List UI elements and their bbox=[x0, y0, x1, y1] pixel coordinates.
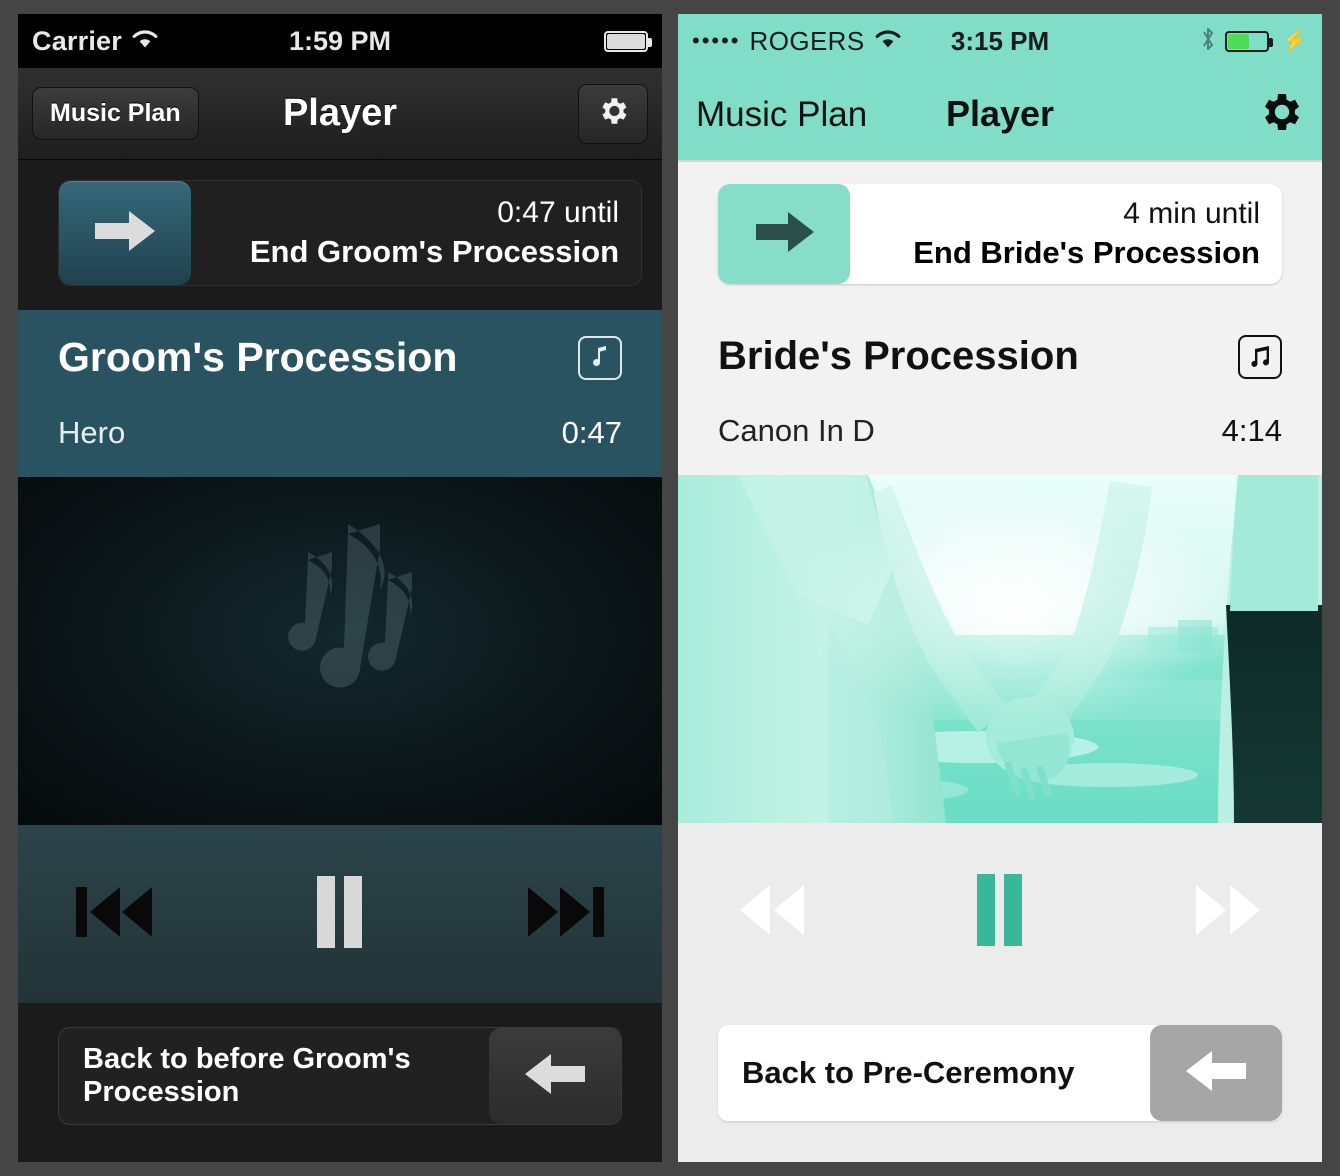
back-to-previous-row[interactable]: Back to Pre-Ceremony bbox=[718, 1025, 1282, 1121]
skip-next-icon bbox=[518, 879, 606, 950]
fast-forward-icon bbox=[1188, 879, 1266, 946]
bottom-bar-light: Back to Pre-Ceremony bbox=[678, 1001, 1322, 1153]
status-bar-light: ••••• ROGERS 3:15 PM ⚡ bbox=[678, 14, 1322, 68]
track-artist: Canon In D bbox=[718, 413, 875, 448]
status-bar-right: ⚡ bbox=[1200, 26, 1308, 56]
previous-button[interactable] bbox=[74, 879, 251, 950]
status-bar-left: Carrier bbox=[32, 26, 159, 57]
pause-button[interactable] bbox=[911, 873, 1088, 951]
light-theme-phone: ••••• ROGERS 3:15 PM ⚡ Music Plan Player… bbox=[678, 14, 1322, 1162]
status-bar-dark: Carrier 1:59 PM bbox=[18, 14, 662, 68]
arrow-right-icon bbox=[748, 206, 820, 263]
countdown-event: End Groom's Procession bbox=[249, 234, 619, 269]
rewind-icon bbox=[734, 879, 812, 946]
arrow-left-icon bbox=[1180, 1044, 1252, 1103]
pause-icon bbox=[317, 875, 363, 953]
nav-bar-light: Music Plan Player bbox=[678, 68, 1322, 162]
battery-full-icon bbox=[604, 30, 652, 52]
music-notes-placeholder-icon bbox=[220, 523, 460, 779]
track-info-light: Bride's Procession Canon In D 4:14 bbox=[678, 310, 1322, 475]
music-plan-back-button[interactable]: Music Plan bbox=[696, 97, 867, 132]
track-title-row: Bride's Procession bbox=[718, 334, 1282, 379]
track-meta-row: Hero 0:47 bbox=[58, 415, 622, 451]
status-bar-right bbox=[604, 30, 652, 52]
back-button-label: Back to before Groom's Procession bbox=[83, 1043, 411, 1108]
skip-forward-tile[interactable] bbox=[718, 184, 850, 284]
previous-button[interactable] bbox=[734, 879, 911, 946]
status-bar-left: ••••• ROGERS bbox=[692, 26, 902, 57]
artwork-placeholder-dark bbox=[18, 477, 662, 825]
countdown-banner-container-dark: 0:47 until End Groom's Procession bbox=[18, 160, 662, 310]
carrier-label: Carrier bbox=[32, 25, 122, 56]
gear-icon bbox=[1256, 88, 1304, 141]
lightning-bolt-icon: ⚡ bbox=[1280, 28, 1308, 53]
music-note-icon[interactable] bbox=[578, 335, 622, 380]
countdown-event: End Bride's Procession bbox=[913, 235, 1260, 270]
skip-forward-tile[interactable] bbox=[59, 181, 191, 285]
back-button-tile[interactable] bbox=[489, 1028, 621, 1124]
track-meta-row: Canon In D 4:14 bbox=[718, 413, 1282, 449]
pause-icon bbox=[977, 873, 1023, 951]
clock-label: 1:59 PM bbox=[288, 25, 392, 56]
countdown-text: 0:47 until End Groom's Procession bbox=[191, 181, 641, 285]
carrier-label: ROGERS bbox=[749, 25, 865, 56]
wifi-icon bbox=[874, 28, 902, 55]
countdown-banner[interactable]: 0:47 until End Groom's Procession bbox=[58, 180, 642, 286]
wifi-icon bbox=[131, 28, 159, 55]
signal-strength-dots: ••••• bbox=[692, 28, 741, 53]
countdown-time: 0:47 until bbox=[497, 196, 619, 229]
pause-button[interactable] bbox=[251, 875, 428, 953]
back-button-label: Back to Pre-Ceremony bbox=[742, 1055, 1075, 1090]
settings-button[interactable] bbox=[1256, 88, 1304, 141]
track-duration: 4:14 bbox=[1221, 413, 1282, 448]
countdown-banner[interactable]: 4 min until End Bride's Procession bbox=[718, 184, 1282, 284]
transport-controls-dark bbox=[18, 825, 662, 1003]
track-info-dark: Groom's Procession Hero 0:47 bbox=[18, 310, 662, 477]
next-button[interactable] bbox=[1089, 879, 1266, 946]
skip-previous-icon bbox=[74, 879, 162, 950]
settings-button[interactable] bbox=[578, 83, 648, 144]
nav-bar-dark: Music Plan Player bbox=[18, 68, 662, 160]
track-title: Groom's Procession bbox=[58, 334, 458, 380]
track-title-row: Groom's Procession bbox=[58, 334, 622, 381]
back-button-tile[interactable] bbox=[1150, 1025, 1282, 1121]
clock-label: 3:15 PM bbox=[950, 25, 1050, 56]
battery-charging-icon bbox=[1224, 30, 1273, 52]
back-to-previous-row[interactable]: Back to before Groom's Procession bbox=[58, 1027, 622, 1125]
countdown-text: 4 min until End Bride's Procession bbox=[850, 184, 1282, 284]
gear-icon bbox=[596, 94, 630, 133]
countdown-banner-container-light: 4 min until End Bride's Procession bbox=[678, 162, 1322, 310]
arrow-left-icon bbox=[519, 1047, 591, 1106]
track-duration: 0:47 bbox=[561, 415, 622, 450]
artwork-photo-light bbox=[678, 475, 1322, 823]
next-button[interactable] bbox=[429, 879, 606, 950]
screenshot-stage: Carrier 1:59 PM Music Plan Player 0:47 u… bbox=[0, 0, 1340, 1176]
track-title: Bride's Procession bbox=[718, 334, 1079, 378]
music-notes-icon[interactable] bbox=[1238, 334, 1282, 379]
bottom-bar-dark: Back to before Groom's Procession bbox=[18, 1003, 662, 1155]
dark-theme-phone: Carrier 1:59 PM Music Plan Player 0:47 u… bbox=[18, 14, 662, 1162]
music-plan-back-button[interactable]: Music Plan bbox=[32, 87, 199, 140]
transport-controls-light bbox=[678, 823, 1322, 1001]
arrow-right-icon bbox=[89, 204, 161, 263]
bluetooth-icon bbox=[1200, 26, 1216, 56]
track-artist: Hero bbox=[58, 415, 126, 450]
couple-holding-hands-photo bbox=[678, 475, 1322, 823]
countdown-time: 4 min until bbox=[1123, 197, 1260, 230]
